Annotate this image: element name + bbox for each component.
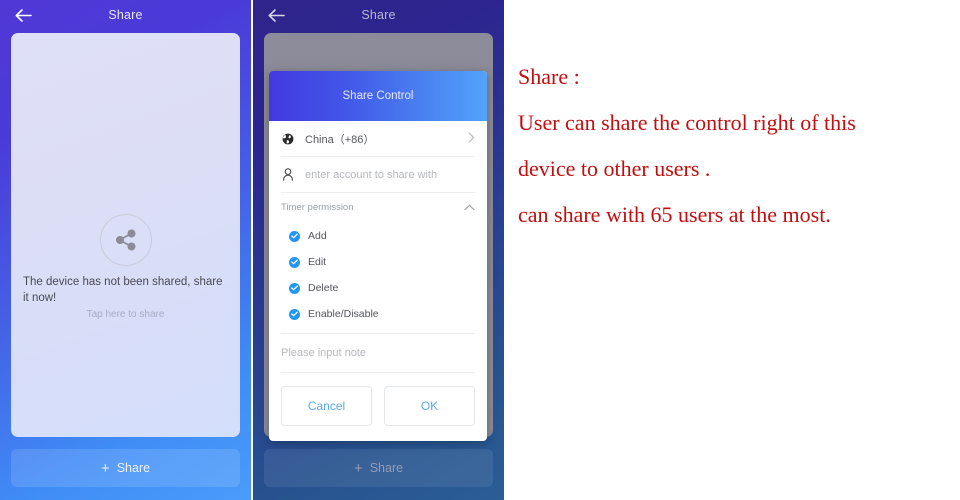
cancel-button[interactable]: Cancel bbox=[281, 386, 372, 426]
arrow-left-icon[interactable] bbox=[12, 4, 34, 26]
account-input-row[interactable]: enter account to share with bbox=[281, 157, 475, 193]
ok-button-label: OK bbox=[420, 399, 439, 413]
timer-permission-section-header[interactable]: Timer permission bbox=[281, 193, 475, 221]
annotation-text: Share : User can share the control right… bbox=[518, 54, 938, 238]
dialog-title-bar: Share Control bbox=[269, 71, 487, 121]
country-code-row[interactable]: China（+86） bbox=[281, 121, 475, 157]
permission-label: Delete bbox=[308, 282, 339, 294]
checkbox-checked-icon[interactable] bbox=[289, 308, 300, 320]
chevron-up-icon[interactable] bbox=[463, 201, 475, 213]
empty-state-card[interactable]: The device has not been shared, share it… bbox=[11, 33, 240, 437]
empty-state-message: The device has not been shared, share it… bbox=[23, 276, 223, 304]
permission-label: Edit bbox=[308, 256, 327, 268]
timer-permission-label: Timer permission bbox=[281, 201, 354, 213]
permission-label: Add bbox=[308, 230, 327, 242]
globe-icon bbox=[281, 133, 295, 145]
account-input-placeholder: enter account to share with bbox=[305, 168, 438, 181]
share-screen-dialog-open: Share + Share Share Control China（+86） e… bbox=[253, 0, 504, 500]
share-screen-empty: Share The device has not been shared, sh… bbox=[0, 0, 251, 500]
share-button[interactable]: + Share bbox=[11, 449, 240, 487]
plus-icon: + bbox=[353, 459, 363, 477]
annotation-line-2: User can share the control right of this bbox=[518, 110, 856, 135]
person-icon bbox=[281, 168, 295, 181]
app-header-panel-two: Share bbox=[253, 0, 504, 30]
tap-here-hint: Tap here to share bbox=[86, 309, 165, 320]
annotation-line-4: can share with 65 users at the most. bbox=[518, 202, 831, 227]
share-nodes-icon bbox=[99, 214, 152, 266]
checkbox-checked-icon[interactable] bbox=[289, 230, 300, 242]
annotation-line-1: Share : bbox=[518, 64, 580, 89]
checkbox-checked-icon[interactable] bbox=[289, 282, 300, 294]
note-input-row[interactable]: Please input note bbox=[281, 333, 475, 373]
permission-label: Enable/Disable bbox=[308, 308, 379, 320]
list-item[interactable]: Delete bbox=[289, 275, 475, 301]
ok-button[interactable]: OK bbox=[384, 386, 475, 426]
note-input-placeholder: Please input note bbox=[281, 347, 367, 359]
arrow-left-icon[interactable] bbox=[265, 4, 287, 26]
cancel-button-label: Cancel bbox=[307, 399, 346, 413]
dialog-title: Share Control bbox=[342, 90, 414, 102]
list-item[interactable]: Add bbox=[289, 223, 475, 249]
annotation-line-3: device to other users . bbox=[518, 156, 711, 181]
plus-icon: + bbox=[100, 459, 110, 477]
list-item[interactable]: Edit bbox=[289, 249, 475, 275]
dialog-body: China（+86） enter account to share with T… bbox=[269, 121, 487, 441]
share-button[interactable]: + Share bbox=[264, 449, 493, 487]
checkbox-checked-icon[interactable] bbox=[289, 256, 300, 268]
share-button-label: Share bbox=[116, 461, 151, 475]
app-header-panel-one: Share bbox=[0, 0, 251, 30]
permission-list: Add Edit Delete Enable/Disable bbox=[281, 221, 475, 333]
page-title: Share bbox=[108, 8, 143, 22]
share-control-dialog: Share Control China（+86） enter account t… bbox=[269, 71, 487, 441]
country-code-value: China（+86） bbox=[305, 133, 375, 146]
page-title: Share bbox=[361, 8, 396, 22]
share-button-label: Share bbox=[369, 461, 404, 475]
dialog-actions: Cancel OK bbox=[281, 373, 475, 441]
list-item[interactable]: Enable/Disable bbox=[289, 301, 475, 327]
chevron-right-icon bbox=[468, 131, 475, 146]
